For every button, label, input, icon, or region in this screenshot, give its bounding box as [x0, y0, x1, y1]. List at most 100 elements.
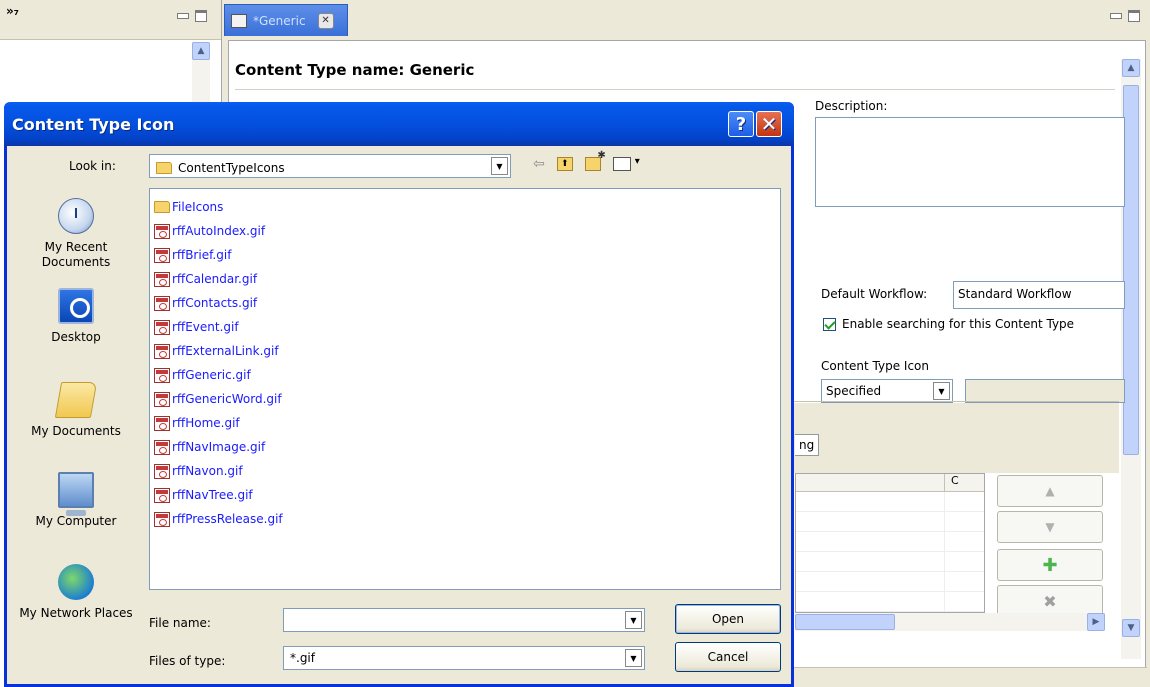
- view-overflow-chevron[interactable]: »₇: [6, 4, 19, 18]
- places-bar: My Recent Documents Desktop My Documents…: [13, 188, 139, 674]
- gif-file-icon: [154, 319, 170, 335]
- divider: [235, 89, 1115, 90]
- table-row[interactable]: [796, 512, 984, 532]
- file-name: rffPressRelease.gif: [172, 512, 283, 526]
- tab-close-icon[interactable]: ✕: [317, 12, 334, 29]
- place-desktop[interactable]: Desktop: [13, 288, 139, 345]
- file-name: rffExternalLink.gif: [172, 344, 279, 358]
- gif-file-icon: [154, 487, 170, 503]
- enable-search-label: Enable searching for this Content Type: [842, 317, 1075, 331]
- maximize-icon[interactable]: [195, 10, 207, 22]
- content-type-icon-select[interactable]: Specified ▼: [821, 379, 953, 403]
- add-button[interactable]: ✚: [997, 549, 1103, 581]
- list-item[interactable]: rffGeneric.gif: [154, 363, 776, 387]
- scroll-up-icon[interactable]: ▲: [1122, 59, 1140, 77]
- table-header: C: [796, 474, 984, 492]
- list-item[interactable]: rffExternalLink.gif: [154, 339, 776, 363]
- table-horizontal-scrollbar[interactable]: ▶: [795, 613, 1105, 631]
- scroll-thumb[interactable]: [1123, 85, 1139, 455]
- place-label: My Network Places: [19, 606, 133, 620]
- scroll-up-icon[interactable]: ▲: [192, 42, 210, 60]
- list-item[interactable]: rffGenericWord.gif: [154, 387, 776, 411]
- list-item[interactable]: rffNavon.gif: [154, 459, 776, 483]
- column-header-c[interactable]: C: [944, 474, 984, 492]
- delete-icon: ✖: [1043, 591, 1057, 611]
- place-network[interactable]: My Network Places: [13, 564, 139, 621]
- list-item[interactable]: FileIcons: [154, 195, 776, 219]
- list-item[interactable]: rffCalendar.gif: [154, 267, 776, 291]
- gif-file-icon: [154, 415, 170, 431]
- chevron-down-icon[interactable]: ▼: [625, 611, 642, 629]
- place-my-documents[interactable]: My Documents: [13, 382, 139, 439]
- list-item[interactable]: rffNavImage.gif: [154, 435, 776, 459]
- look-in-label: Look in:: [69, 159, 116, 173]
- chevron-down-icon[interactable]: ▼: [625, 649, 642, 667]
- content-type-icon: [231, 13, 247, 28]
- gif-file-icon: [154, 367, 170, 383]
- new-folder-icon[interactable]: [584, 150, 606, 171]
- table-row[interactable]: [796, 532, 984, 552]
- recent-documents-icon: [58, 198, 94, 234]
- list-item[interactable]: rffPressRelease.gif: [154, 507, 776, 531]
- help-icon: ?: [735, 113, 747, 135]
- chevron-down-icon[interactable]: ▼: [491, 157, 508, 175]
- dialog-title-bar[interactable]: Content Type Icon ? ✕: [4, 102, 794, 146]
- table-row[interactable]: [796, 572, 984, 592]
- file-name: rffHome.gif: [172, 416, 240, 430]
- table-row[interactable]: [796, 492, 984, 512]
- maximize-icon[interactable]: [1128, 10, 1140, 22]
- enable-search-row[interactable]: Enable searching for this Content Type: [823, 317, 1074, 331]
- file-name: rffCalendar.gif: [172, 272, 258, 286]
- file-name-label: File name:: [149, 616, 211, 630]
- look-in-select[interactable]: ContentTypeIcons ▼: [149, 154, 511, 178]
- default-workflow-field[interactable]: Standard Workflow: [953, 281, 1125, 309]
- scroll-thumb[interactable]: [795, 614, 895, 630]
- scroll-down-icon[interactable]: ▼: [1122, 619, 1140, 637]
- list-item[interactable]: rffContacts.gif: [154, 291, 776, 315]
- content-type-icon-path-field[interactable]: [965, 379, 1125, 403]
- back-icon[interactable]: ⇦: [533, 156, 545, 172]
- description-label: Description:: [815, 99, 888, 113]
- files-of-type-select[interactable]: *.gif ▼: [283, 646, 645, 670]
- list-item[interactable]: rffHome.gif: [154, 411, 776, 435]
- file-list[interactable]: FileIcons rffAutoIndex.gif rffBrief.gif …: [149, 188, 781, 590]
- file-name-field[interactable]: ▼: [283, 608, 645, 632]
- file-name: rffGeneric.gif: [172, 368, 251, 382]
- tab-generic-label: *Generic: [253, 13, 306, 28]
- file-name: rffBrief.gif: [172, 248, 232, 262]
- place-my-computer[interactable]: My Computer: [13, 472, 139, 529]
- minimize-icon[interactable]: [1110, 13, 1122, 19]
- table-row[interactable]: [796, 552, 984, 572]
- place-recent-documents[interactable]: My Recent Documents: [13, 198, 139, 270]
- cancel-button[interactable]: Cancel: [675, 642, 781, 672]
- minimize-icon[interactable]: [177, 13, 189, 19]
- close-button[interactable]: ✕: [756, 111, 782, 137]
- open-button[interactable]: Open: [675, 604, 781, 634]
- help-button[interactable]: ?: [728, 111, 754, 137]
- move-up-button[interactable]: ▲: [997, 475, 1103, 507]
- file-name: rffContacts.gif: [172, 296, 258, 310]
- tab-generic[interactable]: *Generic ✕: [224, 4, 348, 36]
- description-textarea[interactable]: [815, 117, 1125, 207]
- content-type-icon-label: Content Type Icon: [821, 359, 929, 373]
- files-of-type-value: *.gif: [290, 651, 315, 665]
- files-of-type-label: Files of type:: [149, 654, 226, 668]
- list-item[interactable]: rffEvent.gif: [154, 315, 776, 339]
- enable-search-checkbox[interactable]: [823, 317, 836, 331]
- tab-partial[interactable]: ng: [795, 434, 820, 456]
- up-folder-icon[interactable]: ⬆: [556, 157, 573, 171]
- chevron-down-icon[interactable]: ▼: [933, 382, 950, 400]
- place-label: My Recent Documents: [41, 240, 111, 269]
- list-item[interactable]: rffBrief.gif: [154, 243, 776, 267]
- table-row[interactable]: [796, 592, 984, 612]
- move-down-button[interactable]: ▼: [997, 511, 1103, 543]
- gif-file-icon: [154, 247, 170, 263]
- gif-file-icon: [154, 271, 170, 287]
- file-name: FileIcons: [172, 200, 224, 214]
- scroll-right-icon[interactable]: ▶: [1087, 613, 1105, 631]
- views-menu-icon[interactable]: [612, 156, 640, 171]
- list-item[interactable]: rffNavTree.gif: [154, 483, 776, 507]
- file-name: rffAutoIndex.gif: [172, 224, 266, 238]
- gif-file-icon: [154, 295, 170, 311]
- list-item[interactable]: rffAutoIndex.gif: [154, 219, 776, 243]
